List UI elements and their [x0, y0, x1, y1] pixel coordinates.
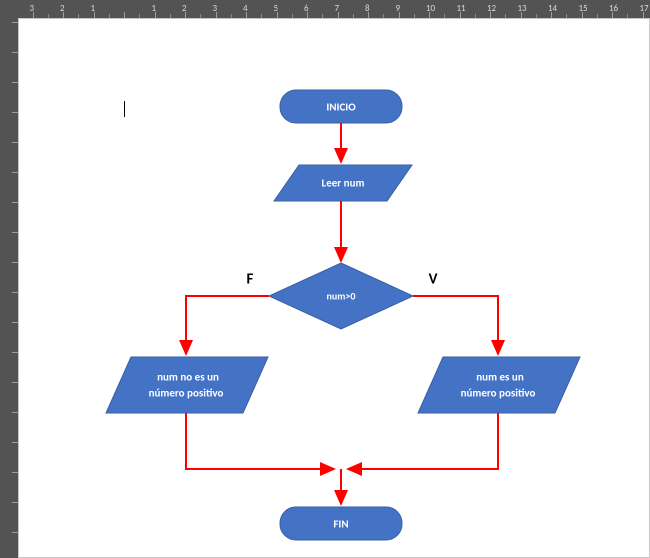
arrow-decision-true — [413, 296, 498, 354]
document-page[interactable]: INICIO Leer num num>0 F V num no es un n… — [18, 18, 650, 558]
node-read[interactable]: Leer num — [274, 165, 412, 201]
ruler-horizontal[interactable]: 3211234567891011121314151617 — [0, 0, 650, 18]
flowchart-canvas: INICIO Leer num num>0 F V num no es un n… — [18, 18, 650, 558]
svg-text:INICIO: INICIO — [326, 101, 356, 114]
node-end[interactable]: FIN — [280, 507, 402, 540]
svg-text:num>0: num>0 — [327, 289, 356, 302]
node-result-false[interactable]: num no es un número positivo — [106, 357, 268, 413]
label-false: F — [247, 271, 254, 289]
node-decision[interactable]: num>0 — [269, 263, 413, 329]
svg-text:FIN: FIN — [333, 518, 348, 531]
svg-text:num es un: num es un — [476, 371, 524, 384]
node-start[interactable]: INICIO — [280, 90, 402, 123]
svg-text:num no es un: num no es un — [157, 371, 219, 384]
ruler-vertical[interactable] — [0, 18, 18, 558]
label-true: V — [429, 271, 438, 289]
svg-text:número positivo: número positivo — [149, 387, 224, 400]
svg-text:número positivo: número positivo — [461, 387, 536, 400]
svg-text:Leer num: Leer num — [322, 177, 365, 190]
arrow-decision-false — [186, 296, 269, 354]
node-result-true[interactable]: num es un número positivo — [418, 357, 580, 413]
arrow-true-merge — [348, 413, 498, 469]
arrow-false-merge — [186, 413, 334, 469]
